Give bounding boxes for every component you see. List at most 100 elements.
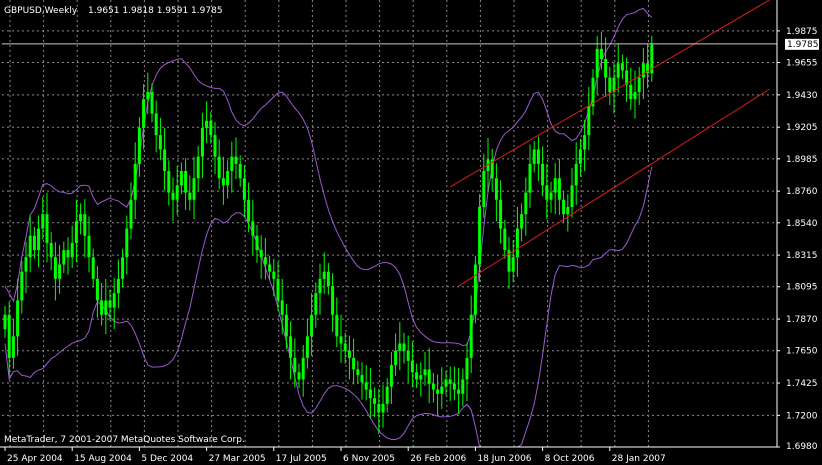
candle-body: [515, 228, 519, 258]
candle-body: [318, 278, 322, 294]
y-tick-label: 1.9430: [786, 91, 818, 101]
current-price-tag: 1.9785: [785, 38, 819, 50]
candle-body: [91, 257, 95, 279]
candle-body: [494, 178, 498, 200]
candle-body: [591, 77, 595, 107]
candle-body: [251, 221, 255, 236]
candle-body: [339, 336, 343, 344]
y-tick-label: 1.9875: [786, 27, 818, 37]
candle-body: [524, 192, 528, 215]
candle-body: [398, 343, 402, 351]
candle-body: [381, 403, 385, 413]
candle-body: [289, 336, 293, 358]
candle-body: [230, 156, 234, 172]
candle-body: [125, 228, 129, 258]
candle-body: [566, 206, 570, 215]
candle-body: [37, 228, 41, 251]
candle-body: [419, 375, 423, 380]
candle-body: [58, 264, 62, 279]
candle-body: [478, 206, 482, 265]
y-tick-label: 1.7200: [786, 411, 818, 421]
candle-body: [368, 389, 372, 399]
candle-body: [171, 192, 175, 200]
candle-body: [268, 264, 272, 272]
candle-body: [66, 250, 70, 258]
candle-body: [247, 199, 251, 222]
candle-body: [448, 379, 452, 384]
candle-body: [461, 379, 465, 394]
candle-body: [473, 264, 477, 315]
candle-body: [360, 375, 364, 383]
candle-body: [352, 357, 356, 370]
candle-body: [578, 149, 582, 164]
x-tick-label: 26 Feb 2006: [410, 454, 466, 464]
candle-body: [620, 63, 624, 71]
candle-body: [570, 185, 574, 207]
candle-body: [549, 192, 553, 200]
candle-body: [217, 156, 221, 179]
x-tick-label: 17 Jul 2005: [276, 454, 327, 464]
candle-body: [410, 360, 414, 373]
candle-body: [633, 91, 637, 100]
candle-body: [7, 314, 11, 358]
candle-body: [167, 171, 171, 193]
candle-body: [629, 84, 633, 100]
candle-body: [541, 163, 545, 186]
candle-body: [280, 300, 284, 315]
x-tick-label: 18 Jun 2006: [477, 454, 531, 464]
candle-body: [213, 135, 217, 157]
symbol-label: GBPUSD,Weekly: [4, 6, 78, 16]
candle-body: [377, 403, 381, 413]
candle-body: [116, 278, 120, 294]
x-tick-label: 6 Nov 2005: [343, 454, 395, 464]
price-chart[interactable]: 1.9875 1.9655 1.9430 1.9205 1.8985 1.8760 1.85…: [0, 0, 822, 465]
candle-body: [175, 185, 179, 200]
candle-body: [87, 235, 91, 258]
candle-body: [482, 171, 486, 207]
candle-body: [587, 106, 591, 136]
x-tick-label: 15 Aug 2004: [74, 454, 132, 464]
candle-body: [133, 163, 137, 200]
y-tick-label: 1.8095: [786, 283, 818, 293]
candle-body: [184, 171, 188, 193]
candle-body: [179, 171, 183, 186]
candle-body: [188, 192, 192, 200]
candle-body: [146, 91, 150, 100]
y-tick-label: 1.8985: [786, 155, 818, 165]
candle-body: [536, 149, 540, 164]
candle-body: [3, 314, 7, 330]
y-tick-label: 1.7650: [786, 347, 818, 357]
candle-body: [431, 383, 435, 390]
y-tick-label: 1.7870: [786, 315, 818, 325]
candle-body: [205, 120, 209, 128]
candle-body: [196, 156, 200, 179]
candle-body: [373, 398, 377, 404]
candle-body: [562, 199, 566, 215]
candle-body: [637, 77, 641, 92]
x-tick-label: 28 Jan 2007: [612, 454, 666, 464]
candle-body: [326, 271, 330, 287]
x-tick-label: 27 Mar 2005: [209, 454, 266, 464]
candle-body: [465, 357, 469, 380]
candle-body: [163, 149, 167, 172]
candle-body: [200, 127, 204, 157]
candle-body: [53, 257, 57, 279]
candle-body: [83, 214, 87, 236]
candle-body: [347, 350, 351, 358]
candle-body: [20, 271, 24, 301]
candle-body: [100, 300, 104, 315]
candle-body: [137, 127, 141, 164]
chart-window: 1.9875 1.9655 1.9430 1.9205 1.8985 1.8760 1.85…: [0, 0, 822, 465]
x-tick-label: 5 Dec 2004: [141, 454, 193, 464]
candle-body: [79, 214, 83, 222]
candle-body: [259, 250, 263, 258]
current-price-label: 1.9785: [787, 40, 819, 50]
candle-body: [24, 257, 28, 272]
candle-body: [226, 171, 230, 186]
copyright-label: MetaTrader, 7 2001-2007 MetaQuotes Softw…: [4, 435, 245, 445]
candle-body: [528, 163, 532, 193]
candle-body: [234, 156, 238, 164]
candle-body: [452, 383, 456, 390]
candle-body: [608, 77, 612, 92]
y-tick-label: 1.8315: [786, 251, 818, 261]
